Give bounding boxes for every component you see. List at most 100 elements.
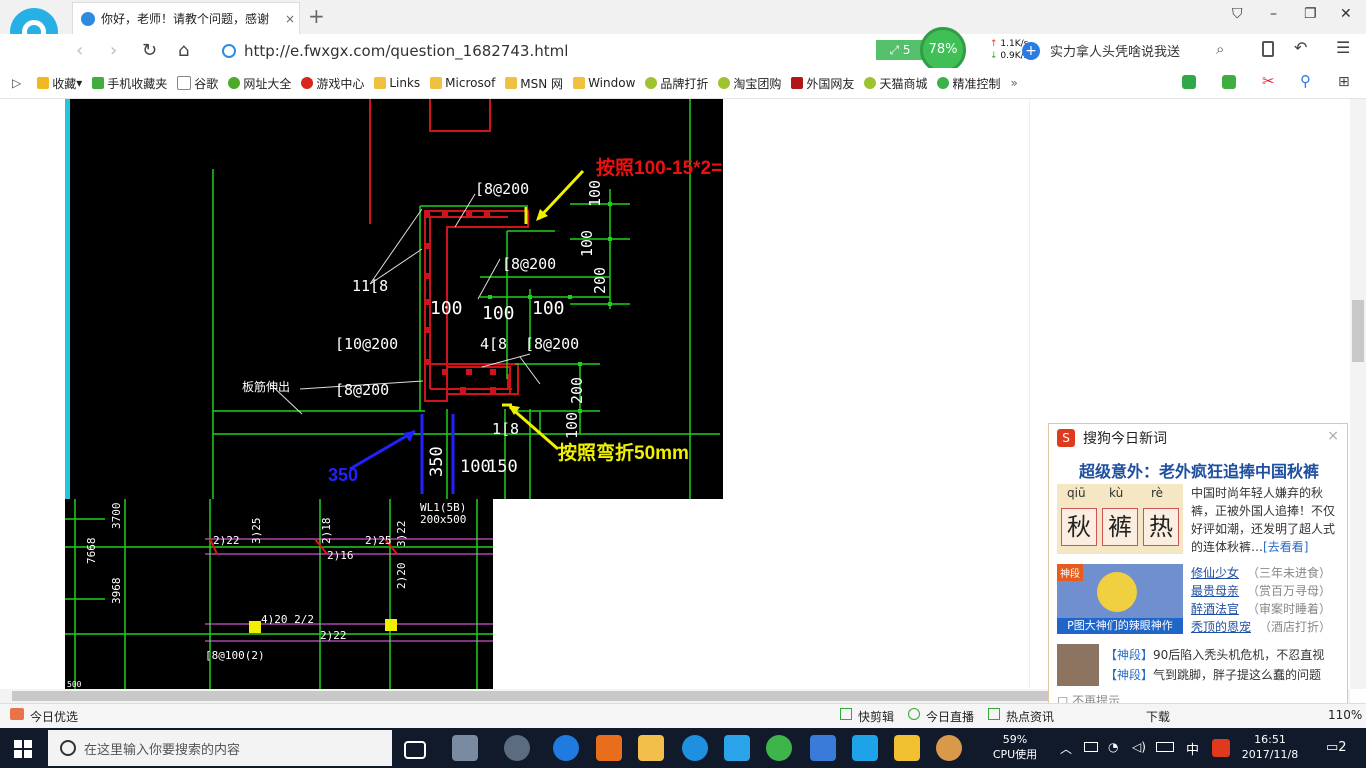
site-info-icon[interactable] (222, 44, 236, 58)
news-link[interactable]: 最贵母亲 (1191, 584, 1239, 598)
bookmark-tmall[interactable]: 天猫商城 (864, 75, 927, 92)
cpu-meter[interactable]: 59% CPU使用 (990, 732, 1040, 762)
edge-icon[interactable] (553, 735, 579, 761)
forward-button[interactable]: › (110, 40, 117, 61)
bookmark-windows[interactable]: Window (573, 76, 635, 90)
notes-icon[interactable] (894, 735, 920, 761)
expand-badge[interactable]: ⤢ 5 (876, 40, 924, 60)
clock[interactable]: 16:51 2017/11/8 (1240, 732, 1300, 762)
phone-icon[interactable] (1262, 41, 1274, 57)
news-headline-item[interactable]: 【神段】气到跳脚，胖子提这么蠢的问题 (1105, 666, 1321, 683)
vertical-scrollbar[interactable] (1350, 99, 1366, 689)
tab-close-icon[interactable]: × (281, 12, 299, 26)
news-headline-text[interactable]: 90后陷入秃头机危机，不忍直视 (1153, 648, 1324, 662)
bookmark-favorites[interactable]: 收藏 ▾ (37, 75, 82, 92)
bookmark-mobile[interactable]: 手机收藏夹 (92, 75, 167, 92)
bookmark-game-center[interactable]: 游戏中心 (301, 75, 364, 92)
taskbar-search[interactable]: 在这里输入你要搜索的内容 (48, 730, 392, 766)
status-quick-edit[interactable]: 快剪辑 (858, 708, 894, 725)
browser-taskbar-icon[interactable] (766, 735, 792, 761)
search-suggestion[interactable]: 实力拿人头凭啥说我送 (1050, 41, 1180, 60)
translate-icon[interactable] (1222, 75, 1236, 89)
upload-arrow-icon: ↑ (990, 39, 998, 49)
cad2-label: 2)18 (320, 518, 333, 545)
bookmark-microsoft[interactable]: Microsof (430, 76, 495, 90)
tab-active[interactable]: 你好，老师！请教个问题，感谢 × (72, 2, 300, 34)
bookmark-google[interactable]: 谷歌 (177, 75, 218, 92)
app-icon-blue[interactable] (810, 735, 836, 761)
pinyin-image[interactable]: qiū kù rè 秋 裤 热 (1057, 484, 1183, 554)
horizontal-scroll-thumb[interactable] (12, 691, 1052, 701)
undo-icon[interactable]: ↶ (1294, 38, 1307, 57)
app-icon-fan[interactable] (452, 735, 478, 761)
sidebar-toggle-icon[interactable]: ▷ (12, 76, 21, 90)
notification-center-icon[interactable]: ▭2 (1326, 740, 1347, 755)
news-link[interactable]: 修仙少女 (1191, 566, 1239, 580)
speedup-plus-button[interactable]: + (1022, 42, 1040, 60)
bookmark-url-directory[interactable]: 网址大全 (228, 75, 291, 92)
pinyin-char: 秋 (1061, 508, 1097, 546)
news-list-item[interactable]: 醉酒法官 （审案时睡着） (1191, 600, 1331, 618)
skin-icon[interactable]: ⛉ (1232, 6, 1243, 22)
news-list-item[interactable]: 秃顶的恩宠 （酒店打折） (1191, 618, 1331, 636)
cartoon-image[interactable]: 神段 P图大神们的辣眼神作 (1057, 564, 1183, 634)
battery-icon[interactable] (1084, 742, 1098, 752)
news-list-item[interactable]: 最贵母亲 （赏百万寻母） (1191, 582, 1331, 600)
memory-usage-ball[interactable]: 78% (920, 27, 966, 73)
address-bar[interactable]: http://e.fwxgx.com/question_1682743.html (222, 39, 862, 63)
news-headline-item[interactable]: 【神段】90后陷入秃头机危机，不忍直视 (1105, 646, 1324, 663)
sogou-ime-icon[interactable] (1212, 739, 1230, 757)
search-icon[interactable]: ⌕ (1216, 40, 1224, 58)
news-list-item[interactable]: 修仙少女 （三年未进食） (1191, 564, 1331, 582)
keyboard-icon[interactable] (1156, 742, 1174, 752)
volume-icon[interactable]: ◁) (1132, 740, 1146, 754)
status-daily-picks[interactable]: 今日优选 (30, 708, 78, 725)
new-tab-button[interactable]: + (308, 4, 325, 28)
maximize-button[interactable]: ❐ (1304, 6, 1317, 22)
bookmarks-more-button[interactable]: » (1010, 76, 1017, 90)
status-download[interactable]: 下载 (1146, 708, 1170, 725)
app-icon-spiral[interactable] (504, 735, 530, 761)
home-button[interactable]: ⌂ (178, 40, 189, 61)
close-window-button[interactable]: ✕ (1340, 6, 1352, 22)
task-view-icon[interactable] (404, 741, 426, 759)
status-live[interactable]: 今日直播 (926, 708, 974, 725)
reload-button[interactable]: ↻ (142, 40, 157, 61)
sogou-icon[interactable] (724, 735, 750, 761)
bookmark-brand-discount[interactable]: 品牌打折 (645, 75, 708, 92)
scissors-icon[interactable]: ✂ (1262, 72, 1275, 90)
bookmark-msn[interactable]: MSN 网 (505, 75, 563, 92)
news-avatar-image[interactable] (1057, 644, 1099, 686)
bookmark-precise-control[interactable]: 精准控制 (937, 75, 1000, 92)
news-more-link[interactable]: [去看看] (1263, 540, 1308, 554)
back-button[interactable]: ‹ (76, 40, 83, 61)
gift-icon (10, 708, 24, 720)
cartoon-caption[interactable]: P图大神们的辣眼神作 (1057, 618, 1183, 634)
tray-expand-icon[interactable]: ︿ (1060, 740, 1072, 757)
shield-icon[interactable] (1182, 75, 1196, 89)
news-link[interactable]: 醉酒法官 (1191, 602, 1239, 616)
monkey-app-icon[interactable] (936, 735, 962, 761)
news-link[interactable]: 秃顶的恩宠 (1191, 620, 1251, 634)
windows-start-icon[interactable] (14, 740, 32, 758)
bookmark-taobao-group[interactable]: 淘宝团购 (718, 75, 781, 92)
ime-indicator[interactable]: 中 (1186, 739, 1199, 758)
close-icon[interactable]: × (1327, 428, 1339, 444)
minimize-button[interactable]: – (1270, 6, 1277, 22)
wifi-icon[interactable]: ◔ (1108, 740, 1118, 754)
vertical-scroll-thumb[interactable] (1352, 300, 1364, 362)
news-headline-text[interactable]: 气到跳脚，胖子提这么蠢的问题 (1153, 668, 1321, 682)
apps-grid-icon[interactable]: ⊞ (1338, 74, 1350, 90)
ie-icon[interactable] (682, 735, 708, 761)
file-explorer-icon[interactable] (638, 735, 664, 761)
app-icon-cross[interactable] (852, 735, 878, 761)
news-headline[interactable]: 超级意外：老外疯狂追捧中国秋裤 (1079, 458, 1319, 482)
store-icon[interactable] (596, 735, 622, 761)
url-text[interactable]: http://e.fwxgx.com/question_1682743.html (244, 42, 568, 60)
magnifier-icon[interactable]: ⚲ (1300, 72, 1311, 90)
zoom-level[interactable]: 110% (1328, 708, 1362, 722)
menu-icon[interactable]: ☰ (1336, 38, 1350, 57)
bookmark-links[interactable]: Links (374, 76, 420, 90)
bookmark-foreign-netizens[interactable]: 外国网友 (791, 75, 854, 92)
status-hot-news[interactable]: 热点资讯 (1006, 708, 1054, 725)
